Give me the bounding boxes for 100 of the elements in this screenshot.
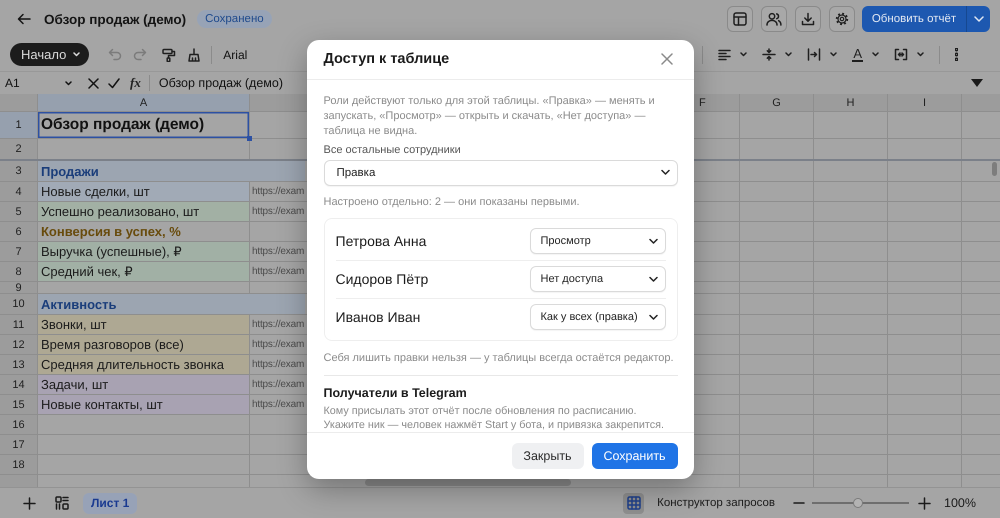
fill-handle[interactable] xyxy=(247,136,252,141)
broom-icon[interactable] xyxy=(187,48,202,62)
settings-button[interactable] xyxy=(829,6,855,32)
member-name: Иванов Иван xyxy=(336,309,420,325)
row-number: 3 xyxy=(14,164,23,179)
url-text: https://exam xyxy=(252,186,304,197)
metric-label: Новые сделки, шт xyxy=(38,182,249,201)
scrollbar-thumb[interactable] xyxy=(992,162,997,176)
chevron-down-icon xyxy=(73,52,80,57)
back-arrow-icon[interactable] xyxy=(17,13,31,25)
close-icon[interactable] xyxy=(660,53,672,65)
row-number: 16 xyxy=(11,418,26,432)
row-number: 13 xyxy=(11,358,26,372)
row-number: 8 xyxy=(14,264,23,280)
section-heading: Продажи xyxy=(38,161,305,181)
caret-icon xyxy=(830,52,838,57)
download-button[interactable] xyxy=(795,6,821,32)
save-button[interactable]: Сохранить xyxy=(592,442,678,468)
column-header[interactable]: A xyxy=(38,94,249,111)
column-header[interactable]: I xyxy=(888,94,961,111)
role-select[interactable]: Правка xyxy=(324,160,678,186)
url-text: https://exam xyxy=(252,266,304,277)
role-select[interactable]: Просмотр xyxy=(530,228,666,254)
name-box[interactable]: A1 xyxy=(5,72,72,94)
chevron-down-icon xyxy=(648,314,658,320)
align-left-icon xyxy=(718,48,732,60)
zoom-level: 100% xyxy=(944,496,976,510)
role-select[interactable]: Нет доступа xyxy=(530,266,666,292)
metric-label: Средний чек, ₽ xyxy=(38,262,249,281)
metric-label: Выручка (успешные), ₽ xyxy=(38,242,249,261)
vertical-align-icon xyxy=(762,48,776,61)
caret-icon xyxy=(740,52,748,57)
cancel-icon[interactable] xyxy=(88,78,99,88)
font-picker[interactable]: Arial xyxy=(223,48,248,62)
plus-icon[interactable] xyxy=(918,496,932,510)
align-button[interactable] xyxy=(718,48,748,60)
caret-down-icon[interactable] xyxy=(971,79,983,87)
section-heading: Активность xyxy=(38,294,305,314)
insert-function-button[interactable]: fx xyxy=(130,75,141,91)
chevron-down-icon xyxy=(648,238,658,244)
text-color-button[interactable]: A xyxy=(852,48,879,62)
row-number: 1 xyxy=(0,112,37,138)
dialog-description: Роли действуют только для этой таблицы. «Правка» — менять и запускать, «Просмотр» — открыть и скачать, «Нет доступа» — таблица не видна. xyxy=(324,94,656,138)
sheet-title: Обзор продаж (демо) xyxy=(38,112,249,138)
hint-text: Себя лишить правки нельзя — у таблицы всегда остаётся редактор. xyxy=(324,350,675,364)
more-icon[interactable] xyxy=(955,48,958,61)
metric-label: Новые контакты, шт xyxy=(38,395,249,414)
caret-icon xyxy=(917,52,924,57)
paint-roller-icon[interactable] xyxy=(162,48,176,62)
section-title: Получатели в Telegram xyxy=(324,384,468,400)
download-icon xyxy=(801,12,815,26)
users-icon xyxy=(766,12,782,26)
merge-cells-icon xyxy=(894,48,908,61)
subsection-heading: Конверсия в успех, % xyxy=(41,224,181,239)
column-header[interactable]: H xyxy=(814,94,887,111)
layout-button[interactable] xyxy=(727,6,753,32)
users-button[interactable] xyxy=(761,6,787,32)
row-number: 10 xyxy=(11,297,26,312)
document-title: Обзор продаж (демо) xyxy=(44,12,186,26)
layout-icon xyxy=(733,12,747,26)
section-description: Кому присылать этот отчёт после обновления по расписанию. xyxy=(324,404,638,418)
more-actions-button[interactable] xyxy=(966,6,990,32)
url-text: https://exam xyxy=(252,359,304,370)
url-text: https://exam xyxy=(252,246,304,257)
row-number: 17 xyxy=(11,438,26,452)
row-number: 11 xyxy=(12,318,26,332)
sheets-icon[interactable] xyxy=(55,496,69,510)
row-number: 12 xyxy=(11,338,26,352)
metric-label: Время разговоров (все) xyxy=(38,335,249,354)
caret-icon xyxy=(872,52,879,57)
text-wrap-button[interactable] xyxy=(807,48,838,61)
metric-label: Средняя длительность звонка xyxy=(38,355,249,374)
zoom-slider-thumb[interactable] xyxy=(852,498,863,508)
plus-icon[interactable] xyxy=(23,496,36,510)
merge-cells-button[interactable] xyxy=(894,48,924,61)
section-description: Укажите ник — человек нажмёт Start у бота, и привязка закрепится. xyxy=(324,418,665,432)
ribbon-menu-button[interactable]: Начало xyxy=(10,43,90,66)
hint-text: Настроено отдельно: 2 — они показаны первыми. xyxy=(324,194,581,208)
column-header[interactable]: G xyxy=(740,94,813,111)
row-number: 6 xyxy=(14,224,23,240)
settings-icon xyxy=(835,12,849,26)
caret-icon xyxy=(785,52,792,57)
query-builder-link[interactable]: Конструктор запросов xyxy=(657,497,776,509)
metric-label: Звонки, шт xyxy=(38,315,249,334)
scrollbar-thumb[interactable] xyxy=(365,479,571,486)
minus-icon[interactable] xyxy=(793,502,806,504)
save-status-badge: Сохранено xyxy=(197,10,272,28)
refresh-report-button[interactable]: Обновить отчёт xyxy=(862,6,966,32)
url-text: https://exam xyxy=(252,399,304,410)
column-header[interactable]: F xyxy=(694,94,739,111)
vertical-align-button[interactable] xyxy=(762,48,792,61)
role-select[interactable]: Как у всех (правка) xyxy=(530,304,666,330)
sheet-tab[interactable]: Лист 1 xyxy=(83,492,138,514)
row-number: 4 xyxy=(14,184,23,200)
check-icon[interactable] xyxy=(108,78,120,88)
table-button[interactable] xyxy=(623,492,644,514)
url-text: https://exam xyxy=(252,319,304,330)
chevron-down-icon xyxy=(648,276,658,282)
close-button[interactable]: Закрыть xyxy=(512,442,584,468)
row-number: 15 xyxy=(11,398,26,412)
